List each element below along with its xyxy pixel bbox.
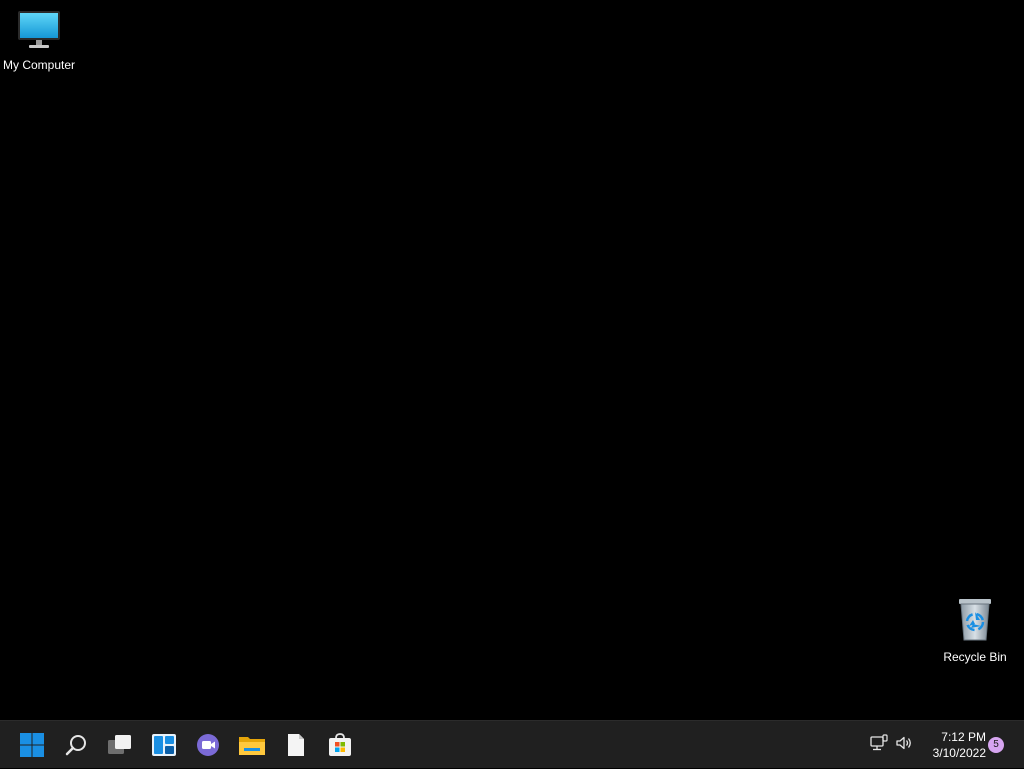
task-view-icon	[107, 733, 133, 757]
widgets-button[interactable]	[144, 725, 184, 765]
file-explorer-icon	[238, 733, 266, 757]
search-button[interactable]	[56, 725, 96, 765]
notification-badge[interactable]: 5	[988, 737, 1004, 753]
search-icon	[64, 733, 88, 757]
desktop[interactable]: My Computer Recycle Bin	[0, 0, 1024, 720]
desktop-icon-recycle-bin[interactable]: Recycle Bin	[933, 596, 1017, 664]
windows-start-icon	[19, 732, 45, 758]
volume-tray-button[interactable]	[893, 721, 915, 769]
start-button[interactable]	[12, 725, 52, 765]
widgets-icon	[151, 733, 177, 757]
notepad-file-icon	[286, 733, 306, 757]
taskbar: 7:12 PM 3/10/2022	[0, 720, 1024, 768]
clock-date: 3/10/2022	[932, 746, 986, 760]
clock[interactable]: 7:12 PM 3/10/2022	[920, 729, 986, 761]
clock-time: 7:12 PM	[941, 730, 986, 744]
file-explorer-button[interactable]	[232, 725, 272, 765]
chat-button[interactable]	[188, 725, 228, 765]
task-view-button[interactable]	[100, 725, 140, 765]
microsoft-store-button[interactable]	[320, 725, 360, 765]
notepad-button[interactable]	[276, 725, 316, 765]
teams-chat-icon	[195, 732, 221, 758]
volume-icon	[895, 734, 913, 757]
monitor-icon	[0, 10, 81, 55]
network-tray-button[interactable]	[868, 721, 890, 769]
desktop-icon-label: My Computer	[2, 58, 76, 72]
network-icon	[870, 733, 888, 757]
microsoft-store-icon	[327, 732, 353, 758]
desktop-icon-my-computer[interactable]: My Computer	[0, 10, 81, 72]
recycle-bin-icon	[933, 596, 1017, 647]
desktop-icon-label: Recycle Bin	[943, 650, 1007, 664]
